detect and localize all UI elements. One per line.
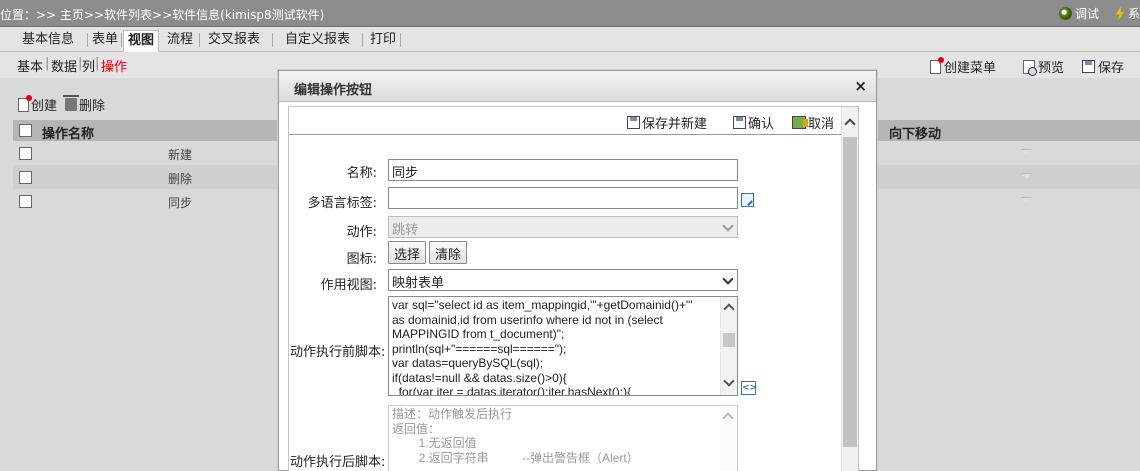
i18n-label: 多语言标签:: [307, 196, 377, 211]
edit-operation-dialog: 编辑操作按钮 × 保存并新建 确认 取消 名称: 同步 多语言标签: 动作: 跳…: [278, 70, 877, 471]
delete-button[interactable]: 删除: [63, 95, 105, 114]
move-down-icon[interactable]: [1021, 149, 1032, 156]
action-label: 动作:: [346, 225, 377, 240]
operation-name: 新建: [168, 148, 193, 162]
dialog-toolbar: 保存并新建 确认 取消: [289, 107, 858, 135]
tab-divider: [121, 33, 122, 47]
trash-icon: [63, 95, 80, 111]
debug-button[interactable]: 调试: [1058, 5, 1099, 22]
create-button[interactable]: 创建: [18, 94, 57, 114]
list-toolbar: 创建 删除: [18, 94, 105, 114]
move-down-icon[interactable]: [1021, 197, 1032, 204]
scroll-up-icon: [723, 303, 735, 315]
tab-flow[interactable]: 流程: [163, 30, 197, 52]
select-all-checkbox[interactable]: [19, 124, 32, 137]
tab-custom-report[interactable]: 自定义报表: [281, 30, 354, 52]
scroll-thumb[interactable]: [843, 137, 857, 447]
main-tabs: 基本信息 表单 视图 流程 交叉报表 自定义报表 打印: [0, 27, 1140, 52]
create-menu-button[interactable]: 创建菜单: [930, 56, 996, 76]
row-checkbox[interactable]: [19, 195, 32, 208]
i18n-input[interactable]: [388, 187, 738, 209]
confirm-button[interactable]: 确认: [733, 113, 774, 132]
preview-button[interactable]: 预览: [1023, 57, 1064, 76]
chevron-down-icon: [722, 273, 734, 285]
save-and-new-button[interactable]: 保存并新建: [627, 113, 707, 132]
scroll-up-icon: [722, 412, 734, 424]
breadcrumb: 位置：>> 主页>>软件列表>>软件信息(kimisp8测试软件): [0, 8, 325, 22]
tab-cross-report[interactable]: 交叉报表: [204, 30, 264, 52]
tab-view[interactable]: 视图: [123, 30, 160, 52]
save-icon: [627, 116, 640, 129]
row-checkbox[interactable]: [19, 171, 32, 184]
icon-clear-button[interactable]: 清除: [429, 241, 468, 264]
operation-name: 删除: [168, 172, 193, 186]
action-select: 跳转: [388, 216, 738, 238]
top-bar: 位置：>> 主页>>软件列表>>软件信息(kimisp8测试软件) 调试 系: [0, 0, 1140, 27]
view-label: 作用视图:: [320, 278, 377, 293]
post-script-textarea[interactable]: 描述：动作触发后执行 返回值： 1.无返回值 2.返回字符串 --弹出警告框（A…: [388, 405, 738, 471]
debug-icon: [1058, 7, 1072, 20]
subtab-columns[interactable]: 列: [82, 56, 95, 75]
new-document-icon: [18, 94, 32, 112]
preview-icon: [1023, 59, 1037, 76]
save-icon: [1082, 60, 1095, 73]
scroll-thumb[interactable]: [723, 333, 735, 347]
tab-basic-info[interactable]: 基本信息: [18, 30, 78, 52]
action-select-value: 跳转: [392, 223, 419, 238]
scroll-down-icon: [723, 375, 735, 387]
cancel-icon: [792, 116, 808, 129]
subtab-basic[interactable]: 基本: [17, 56, 43, 75]
new-document-icon: [930, 56, 944, 74]
save-icon: [733, 116, 746, 129]
name-input[interactable]: 同步: [388, 159, 738, 181]
icon-select-button[interactable]: 选择: [388, 241, 427, 264]
pre-script-textarea[interactable]: var sql="select id as item_mappingid,'"+…: [388, 296, 738, 396]
name-label: 名称:: [346, 166, 377, 181]
view-select-value: 映射表单: [392, 276, 445, 291]
operation-name: 同步: [168, 196, 193, 210]
tab-divider: [199, 33, 200, 47]
post-script-label: 动作执行后脚本:: [290, 455, 386, 470]
dialog-title: 编辑操作按钮: [294, 83, 373, 98]
save-button[interactable]: 保存: [1082, 57, 1124, 76]
view-select[interactable]: 映射表单: [388, 269, 738, 291]
row-checkbox[interactable]: [19, 147, 32, 160]
icon-label: 图标:: [346, 252, 377, 267]
textarea-scrollbar[interactable]: [720, 406, 737, 471]
top-right-tools: 调试 系: [1058, 5, 1140, 22]
code-editor-icon[interactable]: <>: [741, 381, 757, 395]
dialog-content: 保存并新建 确认 取消 名称: 同步 多语言标签: 动作: 跳转 图标: 选择 …: [288, 106, 859, 471]
post-script-placeholder: 描述：动作触发后执行 返回值： 1.无返回值 2.返回字符串 --弹出警告框（A…: [392, 407, 639, 465]
tab-divider: [272, 33, 273, 47]
tab-print[interactable]: 打印: [366, 30, 400, 52]
col-header-move-down: 向下移动: [889, 127, 942, 142]
system-button[interactable]: 系: [1115, 5, 1140, 22]
textarea-scrollbar[interactable]: [720, 297, 737, 395]
subtab-data[interactable]: 数据: [51, 56, 77, 75]
scroll-up-icon: [844, 118, 856, 130]
edit-language-icon[interactable]: [741, 193, 754, 207]
col-header-name: 操作名称: [42, 127, 95, 142]
pre-script-text: var sql="select id as item_mappingid,'"+…: [392, 298, 693, 396]
subtab-operations[interactable]: 操作: [101, 56, 127, 75]
tab-form[interactable]: 表单: [88, 30, 122, 52]
lightning-icon: [1115, 6, 1124, 21]
close-icon[interactable]: ×: [854, 77, 867, 95]
dialog-scrollbar[interactable]: [841, 107, 858, 471]
tab-divider: [400, 33, 401, 47]
move-down-icon[interactable]: [1021, 173, 1032, 180]
pre-script-label: 动作执行前脚本:: [290, 345, 386, 360]
chevron-down-icon: [722, 220, 734, 232]
tab-divider: [362, 33, 363, 47]
dialog-title-bar[interactable]: 编辑操作按钮 ×: [279, 71, 876, 102]
cancel-button[interactable]: 取消: [792, 113, 834, 132]
